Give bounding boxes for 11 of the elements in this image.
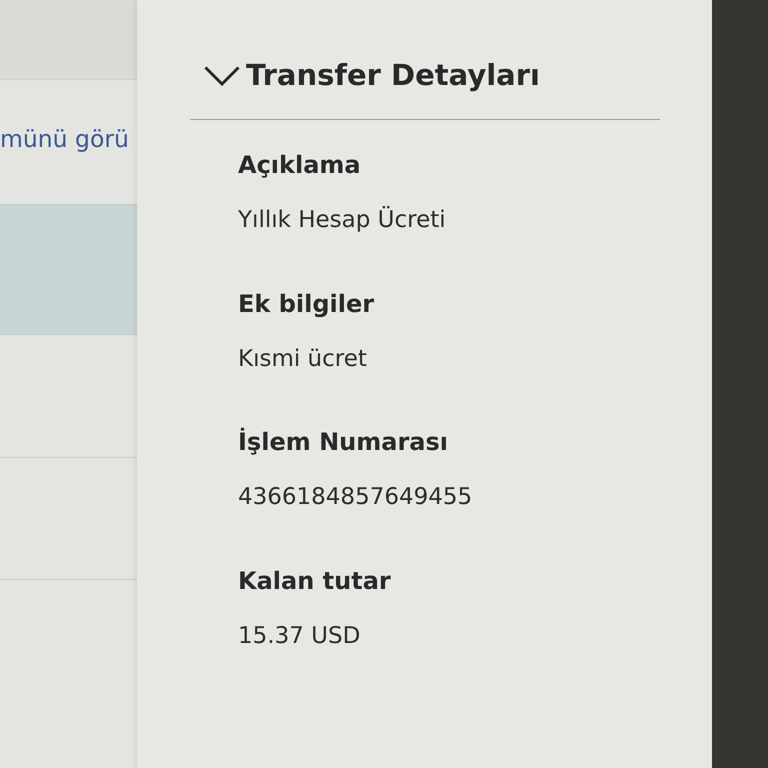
field-label: Kalan tutar — [238, 566, 392, 596]
list-row[interactable] — [0, 205, 137, 335]
field-value: 4366184857649455 — [238, 483, 474, 512]
field-value: Kısmi ücret — [238, 344, 368, 374]
field-label: Açıklama — [238, 150, 362, 180]
field-label: Ek bilgiler — [238, 288, 376, 319]
field-value: Yıllık Hesap Ücreti — [238, 206, 447, 235]
field-value: 15.37 USD — [238, 622, 362, 652]
field-label: İşlem Numarası — [238, 427, 449, 458]
section-toggle[interactable]: Transfer Detayları — [190, 57, 540, 95]
view-link[interactable]: münü görü — [0, 122, 129, 162]
